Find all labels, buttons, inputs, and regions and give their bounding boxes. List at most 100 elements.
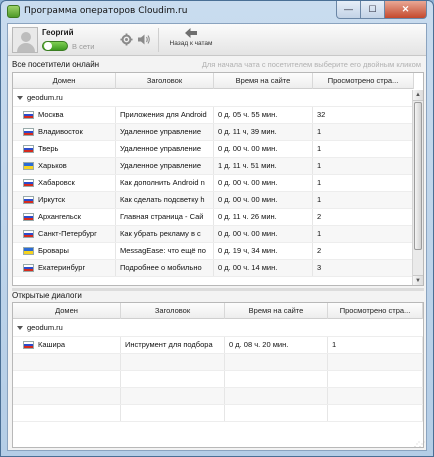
empty-cell [225,371,328,387]
settings-icon[interactable] [120,33,133,46]
empty-cell [121,354,225,370]
operator-name: Георгий [42,28,74,37]
views-cell: 1 [313,192,414,208]
scroll-down-arrow[interactable]: ▼ [413,275,423,285]
empty-cell [13,405,121,421]
city-name: Санкт-Петербург [38,229,97,238]
group-label: geodum.ru [27,323,63,332]
scroll-thumb[interactable] [414,102,422,250]
views-cell: 1 [313,175,414,191]
city-name: Харьков [38,161,67,170]
city-cell: Екатеринбург [13,260,116,276]
column-header[interactable]: Домен [13,303,121,319]
window-title: Программа операторов Cloudim.ru [24,6,188,16]
time-cell: 0 д. 11 ч, 39 мин. [214,124,313,140]
group-cell: geodum.ru [13,90,414,106]
empty-cell [121,371,225,387]
time-cell: 0 д. 19 ч, 34 мин. [214,243,313,259]
title-cell: Инструмент для подбора [121,337,225,353]
time-cell: 0 д. 11 ч. 26 мин. [214,209,313,225]
title-cell: Удаленное управление [116,124,214,140]
table-row[interactable]: Харьков Удаленное управление 1 д. 11 ч. 51… [13,158,414,175]
scroll-up-arrow[interactable]: ▲ [413,90,423,101]
visitors-section-title: Все посетители онлайн [12,60,100,69]
visitors-scrollbar[interactable]: ▲ ▼ [412,90,423,285]
status-toggle[interactable] [42,41,68,51]
time-cell: 0 д. 00 ч. 14 мин. [214,260,313,276]
time-cell: 0 д. 05 ч. 55 мин. [214,107,313,123]
russia-flag-icon [23,230,34,239]
city-name: Тверь [38,144,59,153]
table-row[interactable]: Кашира Инструмент для подбора 0 д. 08 ч. 2… [13,337,423,354]
empty-cell [13,354,121,370]
expand-triangle-icon[interactable] [17,96,23,101]
group-row[interactable]: geodum.ru [13,90,414,107]
title-bar[interactable]: Программа операторов Cloudim.ru — ☐ ✕ [1,1,433,23]
minimize-button[interactable]: — [336,1,361,19]
window-controls: — ☐ ✕ [336,1,427,19]
resize-grip[interactable]: ⋰⋰ [414,441,425,448]
table-row[interactable]: Тверь Удаленное управление 0 д. 00 ч. 00 м… [13,141,414,158]
time-cell: 1 д. 11 ч. 51 мин. [214,158,313,174]
views-cell: 3 [313,260,414,276]
title-cell: Как сделать подсветку h [116,192,214,208]
russia-flag-icon [23,111,34,120]
back-to-chats-button[interactable]: Назад к чатам [164,27,218,53]
table-row [13,388,423,405]
russia-flag-icon [23,213,34,222]
table-row[interactable]: Екатеринбург Подробнее о мобильно 0 д. 00 … [13,260,414,277]
expand-triangle-icon[interactable] [17,326,23,331]
city-cell: Кашира [13,337,121,353]
time-cell: 0 д. 00 ч. 00 мин. [214,141,313,157]
russia-flag-icon [23,341,34,350]
city-name: Иркутск [38,195,66,204]
column-header[interactable]: Домен [13,73,116,89]
column-header[interactable]: Просмотрено стра... [328,303,423,319]
views-cell: 1 [313,124,414,140]
avatar [12,27,38,53]
empty-cell [13,388,121,404]
empty-cell [225,405,328,421]
column-header[interactable]: Просмотрено стра... [313,73,414,89]
column-header[interactable]: Время на сайте [225,303,328,319]
client-area: Георгий В сети Назад к чатам Все посетит… [7,23,427,451]
russia-flag-icon [23,128,34,137]
title-cell: Удаленное управление [116,141,214,157]
time-cell: 0 д. 08 ч. 20 мин. [225,337,328,353]
table-row [13,371,423,388]
table-row[interactable]: Архангельск Главная страница - Сай 0 д. 11… [13,209,414,226]
group-cell: geodum.ru [13,320,423,336]
ukraine-flag-icon [23,247,34,256]
views-cell: 1 [313,226,414,242]
visitors-table[interactable]: Домен Заголовок Время на сайте Просмотрено … [12,72,424,286]
maximize-button[interactable]: ☐ [361,1,385,19]
views-cell: 2 [313,243,414,259]
time-cell: 0 д. 00 ч. 00 мин. [214,192,313,208]
title-cell: Приложения для Android [116,107,214,123]
app-window: Программа операторов Cloudim.ru — ☐ ✕ Ге… [0,0,434,457]
table-row[interactable]: Санкт-Петербург Как убрать рекламу в с0 д… [13,226,414,243]
close-button[interactable]: ✕ [385,1,427,19]
city-cell: Иркутск [13,192,116,208]
city-cell: Владивосток [13,124,116,140]
table-row[interactable]: Иркутск Как сделать подсветку h0 д. 00 ч.… [13,192,414,209]
status-label: В сети [72,42,95,51]
back-to-chats-label: Назад к чатам [169,40,213,47]
column-header[interactable]: Заголовок [116,73,214,89]
dialogs-table-header: Домен Заголовок Время на сайте Просмотрено … [13,303,423,319]
city-name: Хабаровск [38,178,75,187]
sound-icon[interactable] [137,33,151,46]
table-row[interactable]: Владивосток Удаленное управление 0 д. 11 ч… [13,124,414,141]
column-header[interactable]: Заголовок [121,303,225,319]
group-row[interactable]: geodum.ru [13,320,423,337]
back-arrow-icon [185,28,197,38]
empty-cell [328,405,423,421]
views-cell: 1 [328,337,423,353]
visitors-table-header: Домен Заголовок Время на сайте Просмотрено … [13,73,414,89]
table-row[interactable]: Москва Приложения для Android 0 д. 05 ч. 5… [13,107,414,124]
column-header[interactable]: Время на сайте [214,73,313,89]
dialogs-table[interactable]: Домен Заголовок Время на сайте Просмотрено … [12,302,424,448]
table-row[interactable]: Бровары MessagEase: что ещё по 0 д. 19 ч, … [13,243,414,260]
table-row [13,405,423,422]
table-row[interactable]: Хабаровск Как дополнить Android n0 д. 00 … [13,175,414,192]
